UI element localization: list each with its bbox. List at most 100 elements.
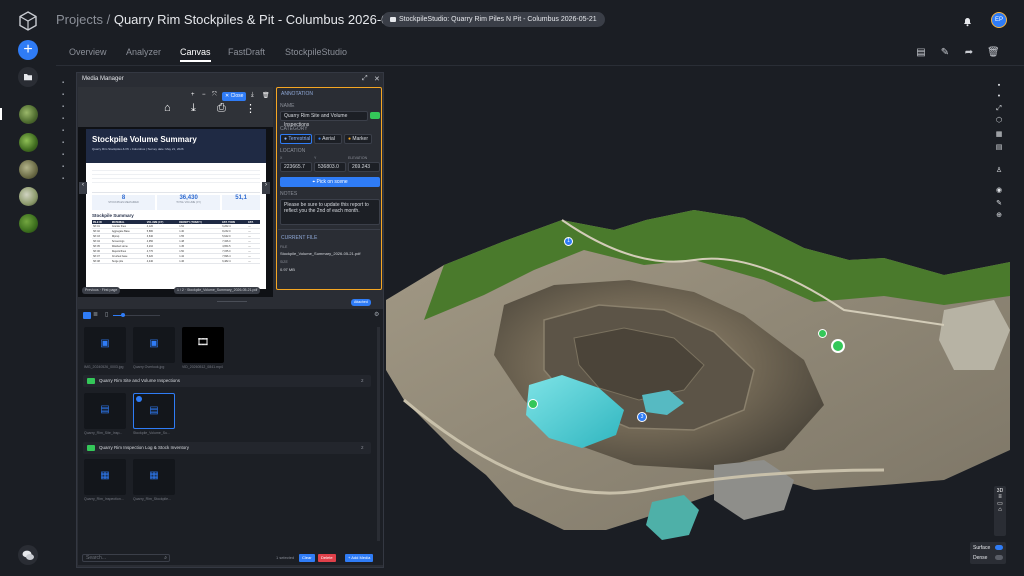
- layers-icon[interactable]: ▪: [994, 82, 1004, 90]
- next-page-icon[interactable]: ›: [262, 182, 270, 194]
- first-page-chip[interactable]: Previous · First page: [82, 287, 121, 294]
- project-thumb[interactable]: [19, 187, 38, 206]
- more-icon[interactable]: ⋮: [245, 102, 256, 115]
- bell-icon[interactable]: [962, 14, 973, 27]
- settings-icon[interactable]: ⚙: [374, 311, 379, 318]
- eye-icon[interactable]: ◉: [994, 187, 1004, 195]
- group-header[interactable]: Quarry Rim Inspection Log & Stock Invent…: [83, 442, 371, 454]
- close-icon[interactable]: ✕: [374, 75, 380, 83]
- print-icon[interactable]: ⎙: [217, 102, 226, 115]
- dense-toggle[interactable]: [995, 555, 1003, 560]
- render-toggles: Surface Dense: [970, 542, 1006, 564]
- report-icon[interactable]: ▤: [915, 47, 927, 59]
- grid-view-button[interactable]: [83, 312, 91, 319]
- drag-handle[interactable]: [217, 301, 247, 302]
- category-marker[interactable]: ● Marker: [344, 134, 372, 144]
- map-marker[interactable]: 1: [564, 237, 573, 246]
- annotate-icon[interactable]: ⌂: [164, 102, 171, 114]
- vr-icon[interactable]: ▪: [62, 152, 72, 164]
- expand-icon[interactable]: ⤢: [362, 75, 368, 83]
- point-icon[interactable]: •: [994, 93, 1004, 101]
- trash-icon[interactable]: 🗑: [987, 47, 1000, 59]
- doc-icon[interactable]: ▪: [62, 116, 72, 128]
- polygon-icon[interactable]: ⬡: [994, 117, 1004, 125]
- name-field[interactable]: Quarry Rim Site and Volume Inspections: [280, 111, 368, 128]
- close-viewer-button[interactable]: ✕ Close: [222, 92, 247, 101]
- folder-button[interactable]: [18, 67, 38, 87]
- monitor-icon[interactable]: ▭: [994, 500, 1006, 507]
- cube-icon[interactable]: ▪: [62, 140, 72, 152]
- x-field[interactable]: 223665.7: [280, 162, 312, 172]
- image-icon[interactable]: ▪: [62, 128, 72, 140]
- tab-overview[interactable]: Overview: [69, 47, 107, 57]
- ruler-icon[interactable]: ✎: [994, 200, 1004, 208]
- download-icon[interactable]: ⤓: [191, 102, 196, 115]
- person-icon[interactable]: ♙: [994, 167, 1004, 175]
- media-tile[interactable]: ▣: [84, 327, 126, 363]
- zoom-out-icon[interactable]: −: [202, 92, 206, 98]
- delete-button[interactable]: Delete: [318, 554, 336, 562]
- map-marker[interactable]: [831, 339, 845, 353]
- save-icon[interactable]: ▪: [62, 80, 72, 92]
- tab-stockpilestudio[interactable]: StockpileStudio: [285, 47, 347, 57]
- category-terrestrial[interactable]: ● Terrestrial: [280, 134, 312, 144]
- notes-textarea[interactable]: Please be sure to update this report to …: [280, 199, 380, 225]
- cube-logo[interactable]: [18, 11, 38, 31]
- media-tile[interactable]: 🎞: [182, 327, 224, 363]
- elevation-field[interactable]: 269.243: [348, 162, 380, 172]
- expand-icon[interactable]: ▪: [62, 176, 72, 188]
- media-tile[interactable]: ▦: [133, 459, 175, 495]
- home-icon[interactable]: ⌂: [994, 507, 1006, 513]
- viewer-toolbar: + − ⤧ ✕ Close ⤓ 🗑 ⌂ ⤓ ⎙ ⋮: [78, 87, 273, 127]
- panel-tool-strip: ▪ ▪ ▪ ▪ ▪ ▪ ▪ ▪ ▪: [62, 80, 72, 220]
- share-icon[interactable]: ➦: [963, 47, 975, 59]
- clear-button[interactable]: Clear: [299, 554, 315, 562]
- media-tile-selected[interactable]: ▤: [133, 393, 175, 429]
- fit-icon[interactable]: ⤧: [212, 92, 217, 99]
- scene-canvas[interactable]: 1 3 ▪ • ⤢ ⬡ ▦ ▤ ♙ ◉ ✎ ⊕ 3D ≡ ▭ ⌂ Surface…: [384, 70, 1024, 576]
- scrollbar[interactable]: [377, 327, 380, 541]
- selected-count: 1 selected: [276, 555, 295, 560]
- tab-analyzer[interactable]: Analyzer: [126, 47, 161, 57]
- category-aerial[interactable]: ● Aerial: [314, 134, 342, 144]
- download-icon[interactable]: ⤓: [251, 92, 254, 99]
- map-marker[interactable]: [818, 329, 827, 338]
- tab-canvas[interactable]: Canvas: [180, 47, 211, 62]
- avatar[interactable]: EP: [991, 12, 1007, 28]
- media-tile[interactable]: ▤: [84, 393, 126, 429]
- zoom-icon[interactable]: ⊕: [994, 212, 1004, 220]
- media-tile[interactable]: ▣: [133, 327, 175, 363]
- list-view-icon[interactable]: ≣: [93, 311, 98, 318]
- media-tile[interactable]: ▦: [84, 459, 126, 495]
- y-field[interactable]: 536803.0: [314, 162, 346, 172]
- project-thumb[interactable]: [19, 214, 38, 233]
- prev-page-icon[interactable]: ‹: [79, 182, 87, 194]
- project-thumb[interactable]: [19, 160, 38, 179]
- map-marker[interactable]: 3: [637, 412, 647, 422]
- project-thumb[interactable]: [19, 105, 38, 124]
- line-icon[interactable]: ⤢: [994, 105, 1004, 113]
- group-header[interactable]: Quarry Rim Site and Volume Inspections 2: [83, 375, 371, 387]
- print-icon[interactable]: ▤: [994, 144, 1004, 152]
- search-input[interactable]: Search... ⌕: [82, 554, 170, 562]
- edit-icon[interactable]: ✎: [939, 47, 951, 59]
- surface-toggle[interactable]: [995, 545, 1003, 550]
- source-pill[interactable]: StockpileStudio: Quarry Rim Piles N Pit …: [382, 12, 605, 27]
- pick-on-scene-button[interactable]: ⌖ Pick on scene: [280, 177, 380, 187]
- group-name: Quarry Rim Site and Volume Inspections: [99, 378, 181, 383]
- map-marker[interactable]: [528, 399, 538, 409]
- chat-button[interactable]: [18, 545, 38, 565]
- media-tile-name: Quarry Overlook.jpg: [133, 365, 165, 369]
- trash-icon[interactable]: 🗑: [262, 92, 270, 99]
- tab-fastdraft[interactable]: FastDraft: [228, 47, 265, 57]
- add-project-button[interactable]: +: [18, 40, 38, 60]
- grid-icon[interactable]: ▦: [994, 131, 1004, 139]
- copy-icon[interactable]: ▪: [62, 92, 72, 104]
- add-media-button[interactable]: + Add Media: [345, 554, 374, 562]
- breadcrumb-root[interactable]: Projects: [56, 12, 103, 27]
- project-thumb[interactable]: [19, 133, 38, 152]
- doc-icon[interactable]: ▪: [62, 104, 72, 116]
- color-swatch[interactable]: [370, 112, 380, 119]
- users-icon[interactable]: ▪: [62, 164, 72, 176]
- zoom-in-icon[interactable]: +: [191, 92, 195, 98]
